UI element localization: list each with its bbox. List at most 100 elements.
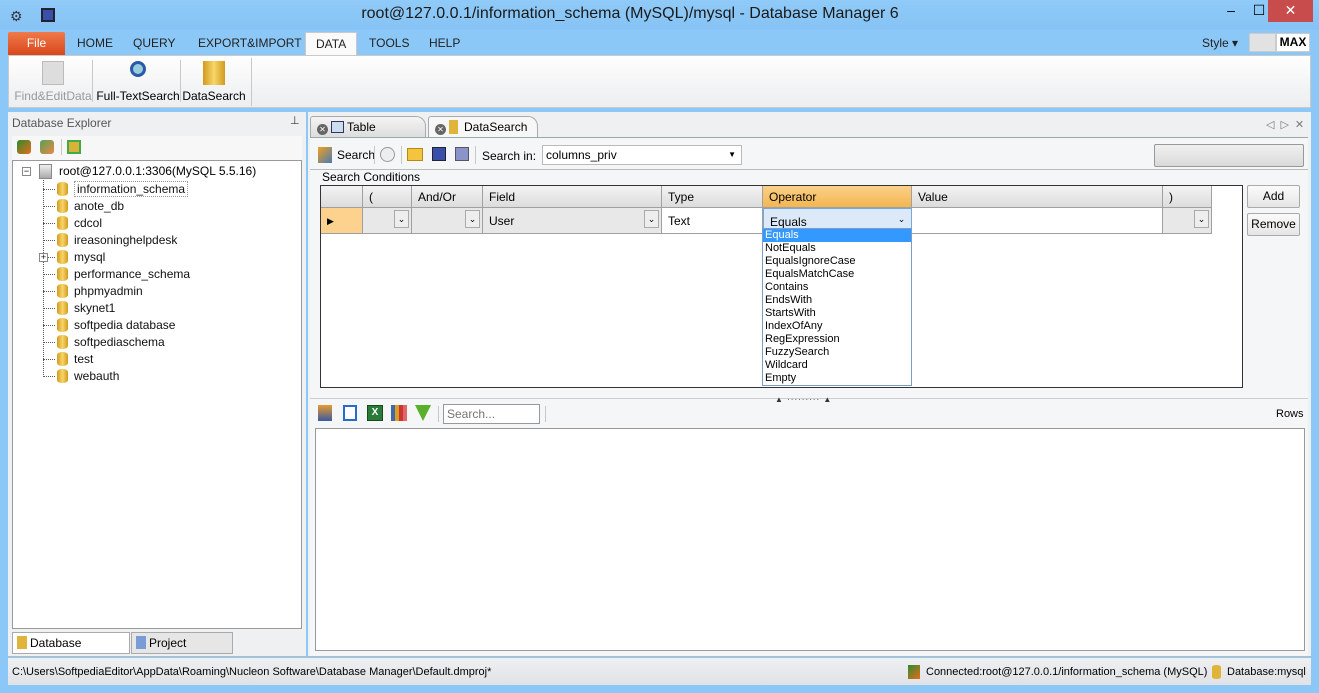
refresh-icon[interactable]	[67, 140, 81, 154]
field-header[interactable]: Field	[483, 186, 662, 208]
connect-icon[interactable]	[17, 140, 31, 154]
tree-item-database[interactable]: phpmyadmin	[43, 283, 143, 300]
tree-item-database[interactable]: cdcol	[43, 215, 102, 232]
row-indicator: ▶	[321, 208, 363, 234]
tree-item-database[interactable]: webauth	[43, 368, 119, 385]
export-icon[interactable]	[318, 405, 332, 421]
expand-icon[interactable]: +	[39, 253, 48, 262]
tree-item-database[interactable]: ireasoninghelpdesk	[43, 232, 177, 249]
operator-option[interactable]: Wildcard	[763, 359, 911, 372]
table-icon	[331, 121, 344, 133]
type-header[interactable]: Type	[662, 186, 763, 208]
ribbon-tab-home[interactable]: HOME	[67, 32, 123, 55]
tab-project-explorer[interactable]: Project Explorer	[131, 632, 233, 670]
tree-item-database[interactable]: performance_schema	[43, 266, 190, 283]
ribbon-tab-tools[interactable]: TOOLS	[359, 32, 419, 55]
operator-option[interactable]: IndexOfAny	[763, 320, 911, 333]
chevron-down-icon[interactable]: ⌄	[644, 210, 659, 228]
filter-icon[interactable]	[415, 405, 431, 421]
disconnect-icon[interactable]	[40, 140, 54, 154]
tab-scroll-controls[interactable]: ◁▷✕	[1266, 118, 1310, 131]
full-text-search-button[interactable]: Full-TextSearch	[96, 58, 180, 106]
chart-icon[interactable]	[391, 405, 407, 421]
and-or-select[interactable]: ⌄	[412, 208, 483, 234]
tree-item-database[interactable]: softpedia database	[43, 317, 175, 334]
type-cell[interactable]: Text	[662, 208, 763, 234]
close-tab-icon[interactable]: ✕	[317, 124, 328, 135]
database-name: skynet1	[74, 301, 116, 315]
and-or-header[interactable]: And/Or	[412, 186, 483, 208]
remove-button[interactable]: Remove	[1247, 213, 1300, 236]
operator-option[interactable]: Contains	[763, 281, 911, 294]
stop-icon[interactable]	[380, 147, 395, 162]
data-search-button[interactable]: DataSearch	[182, 58, 246, 106]
database-tree[interactable]: − root@127.0.0.1:3306(MySQL 5.5.16) info…	[12, 160, 302, 629]
max-button[interactable]: MAX	[1276, 33, 1310, 52]
open-paren-select[interactable]: ⌄	[363, 208, 412, 234]
save-icon[interactable]	[432, 147, 446, 161]
tab-table-manager[interactable]: ✕Table Manager	[310, 116, 426, 154]
results-grid[interactable]	[315, 428, 1305, 651]
style-swatch[interactable]	[1249, 33, 1276, 52]
operator-option[interactable]: RegExpression	[763, 333, 911, 346]
tree-item-database[interactable]: anote_db	[43, 198, 124, 215]
operator-dropdown-list[interactable]: Equals NotEquals EqualsIgnoreCase EqualsMat…	[762, 228, 912, 386]
value-header[interactable]: Value	[912, 186, 1163, 208]
tree-item-database[interactable]: skynet1	[43, 300, 115, 317]
operator-header[interactable]: Operator	[763, 186, 912, 208]
operator-option[interactable]: EqualsMatchCase	[763, 268, 911, 281]
minimize-button[interactable]: –	[1217, 0, 1245, 22]
tree-item-database[interactable]: information_schema	[43, 181, 189, 198]
ribbon-tab-export-import[interactable]: EXPORT&IMPORT	[188, 32, 312, 55]
excel-icon[interactable]: X	[367, 405, 383, 421]
pin-icon[interactable]: ⊥	[290, 114, 300, 127]
operator-option[interactable]: Equals	[763, 229, 911, 242]
operator-option[interactable]: FuzzySearch	[763, 346, 911, 359]
chevron-down-icon[interactable]: ⌄	[465, 210, 480, 228]
results-search-input[interactable]	[443, 404, 540, 424]
chevron-down-icon[interactable]: ⌄	[894, 211, 909, 229]
close-paren-header[interactable]: )	[1163, 186, 1212, 208]
project-path: C:\Users\SoftpediaEditor\AppData\Roaming…	[12, 666, 492, 678]
search-icon[interactable]	[318, 147, 332, 163]
find-edit-data-button[interactable]: Find&EditData	[14, 58, 92, 106]
close-button[interactable]: ✕	[1268, 0, 1313, 22]
close-paren-select[interactable]: ⌄	[1163, 208, 1212, 234]
operator-option[interactable]: StartsWith	[763, 307, 911, 320]
search-in-select[interactable]: columns_priv ▼	[542, 145, 742, 165]
operator-option[interactable]: EndsWith	[763, 294, 911, 307]
ribbon-tab-help[interactable]: HELP	[419, 32, 470, 55]
database-icon	[57, 369, 68, 383]
tree-item-database[interactable]: + mysql	[39, 249, 105, 266]
open-folder-icon[interactable]	[407, 148, 423, 161]
database-name: webauth	[74, 369, 120, 383]
ribbon-tab-query[interactable]: QUERY	[123, 32, 185, 55]
operator-option[interactable]: EqualsIgnoreCase	[763, 255, 911, 268]
rows-label: Rows	[1276, 408, 1304, 420]
row-selector-header[interactable]	[321, 186, 363, 208]
tree-item-database[interactable]: softpediaschema	[43, 334, 165, 351]
add-button[interactable]: Add	[1247, 185, 1300, 208]
ribbon-tab-data[interactable]: DATA	[305, 32, 358, 55]
search-button[interactable]: Search	[337, 148, 375, 162]
server-node[interactable]: root@127.0.0.1:3306(MySQL 5.5.16)	[59, 164, 256, 178]
chevron-down-icon[interactable]: ⌄	[1194, 210, 1209, 228]
chevron-down-icon[interactable]: ⌄	[394, 210, 409, 228]
collapse-icon[interactable]: −	[22, 167, 31, 176]
operator-option[interactable]: NotEquals	[763, 242, 911, 255]
report-icon[interactable]	[343, 405, 357, 421]
tree-item-database[interactable]: test	[43, 351, 93, 368]
save-as-icon[interactable]	[455, 147, 469, 161]
splitter-handle[interactable]: ▲ ········· ▲	[775, 395, 832, 404]
tab-data-search[interactable]: ✕ DataSearch	[428, 116, 538, 139]
operator-option[interactable]: Empty	[763, 372, 911, 385]
ribbon-tab-file[interactable]: File	[8, 32, 65, 55]
field-select[interactable]: User ⌄	[483, 208, 662, 234]
close-tab-icon[interactable]: ✕	[435, 124, 446, 135]
open-paren-header[interactable]: (	[363, 186, 412, 208]
tab-label: DataSearch	[464, 120, 528, 134]
db-icon	[17, 636, 27, 649]
tab-database-explorer[interactable]: Database Explorer	[12, 632, 130, 670]
style-menu[interactable]: Style ▾	[1202, 36, 1238, 50]
value-input[interactable]	[912, 208, 1163, 234]
